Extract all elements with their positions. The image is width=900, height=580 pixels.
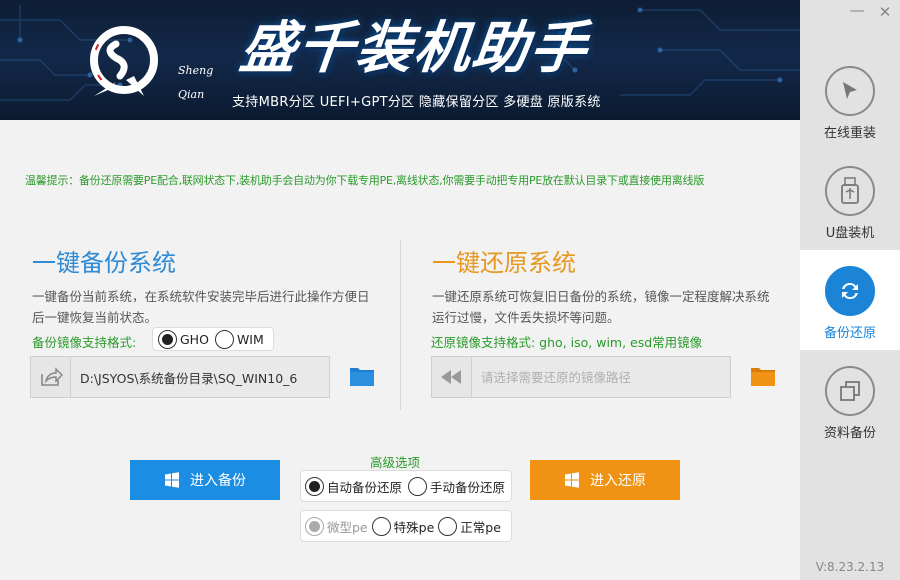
share-icon bbox=[31, 357, 71, 397]
sidebar-item-data-backup[interactable]: 资料备份 bbox=[800, 350, 900, 450]
windows-icon bbox=[565, 472, 579, 488]
radio-micro-pe[interactable] bbox=[305, 516, 324, 536]
minimize-button[interactable]: — bbox=[848, 2, 866, 18]
sidebar-item-backup-restore[interactable]: 备份还原 bbox=[800, 250, 900, 350]
cursor-icon bbox=[825, 66, 875, 116]
radio-normal-pe[interactable] bbox=[438, 516, 458, 536]
sidebar-item-label: 备份还原 bbox=[823, 326, 876, 341]
backup-title: 一键备份系统 bbox=[32, 249, 176, 277]
sidebar-item-label: 在线重装 bbox=[823, 126, 876, 141]
windows-icon bbox=[165, 472, 179, 488]
sidebar-item-usb-install[interactable]: U盘装机 bbox=[800, 150, 900, 250]
restore-path-box bbox=[431, 356, 731, 398]
backup-mode-group: 自动备份还原 手动备份还原 bbox=[300, 470, 512, 502]
restore-title: 一键还原系统 bbox=[432, 249, 576, 277]
enter-backup-button[interactable]: 进入备份 bbox=[130, 460, 280, 500]
radio-manual-mode-label: 手动备份还原 bbox=[429, 479, 505, 495]
logo-icon bbox=[90, 26, 158, 96]
app-subtitle: 支持MBR分区 UEFI+GPT分区 隐藏保留分区 多硬盘 原版系统 bbox=[232, 95, 601, 110]
radio-gho[interactable] bbox=[158, 329, 177, 349]
restore-folder-icon[interactable] bbox=[750, 365, 776, 387]
back-arrow-icon bbox=[432, 357, 472, 397]
pe-type-group: 微型pe 特殊pe 正常pe bbox=[300, 510, 512, 542]
radio-auto-mode-label: 自动备份还原 bbox=[326, 479, 402, 495]
usb-icon bbox=[825, 166, 875, 216]
radio-micro-pe-label: 微型pe bbox=[327, 519, 368, 535]
enter-backup-label: 进入备份 bbox=[190, 473, 246, 489]
radio-auto-mode[interactable] bbox=[304, 476, 324, 496]
section-divider bbox=[400, 240, 401, 410]
sidebar-item-label: U盘装机 bbox=[825, 226, 875, 241]
tip-text: 温馨提示：备份还原需要PE配合,联网状态下,装机助手会自动为你下载专用PE,离线… bbox=[25, 174, 705, 187]
backup-folder-icon[interactable] bbox=[349, 365, 375, 387]
advanced-options-label: 高级选项 bbox=[370, 455, 421, 470]
sidebar-item-label: 资料备份 bbox=[823, 426, 876, 441]
sidebar-item-online-reinstall[interactable]: 在线重装 bbox=[800, 50, 900, 150]
close-button[interactable]: ✕ bbox=[876, 4, 894, 20]
radio-normal-pe-label: 正常pe bbox=[460, 519, 501, 535]
enter-restore-button[interactable]: 进入还原 bbox=[530, 460, 680, 500]
radio-special-pe[interactable] bbox=[371, 516, 391, 536]
backup-path-input[interactable] bbox=[71, 358, 327, 396]
radio-gho-label: GHO bbox=[180, 331, 209, 347]
backup-path-box bbox=[30, 356, 330, 398]
sidebar: — ✕ 在线重装 U盘装机 备份还原 资料备份 V:8.23.2.13 bbox=[800, 0, 900, 580]
logo-text-bottom: Qian bbox=[178, 88, 205, 101]
header-banner: Sheng Qian 盛千装机助手 支持MBR分区 UEFI+GPT分区 隐藏保… bbox=[0, 0, 800, 120]
app-title: 盛千装机助手 bbox=[236, 16, 592, 81]
enter-restore-label: 进入还原 bbox=[590, 473, 646, 489]
radio-wim[interactable] bbox=[214, 329, 234, 349]
radio-special-pe-label: 特殊pe bbox=[393, 519, 435, 535]
copy-icon bbox=[825, 366, 875, 416]
version-label: V:8.23.2.13 bbox=[815, 560, 885, 574]
radio-wim-label: WIM bbox=[236, 331, 264, 347]
backup-format-group: GHO WIM bbox=[152, 327, 274, 351]
restore-path-input[interactable] bbox=[472, 358, 728, 396]
radio-manual-mode[interactable] bbox=[407, 476, 427, 496]
restore-format-label: 还原镜像支持格式: gho, iso, wim, esd常用镜像 bbox=[431, 335, 703, 350]
backup-description: 一键备份当前系统，在系统软件安装完毕后进行此操作方便日后一键恢复当前状态。 bbox=[32, 289, 370, 325]
sync-icon bbox=[825, 266, 875, 316]
backup-format-label: 备份镜像支持格式: bbox=[32, 335, 137, 350]
restore-description: 一键还原系统可恢复旧日备份的系统，镜像一定程度解决系统运行过慢，文件丢失损坏等问… bbox=[432, 289, 770, 325]
logo-text-top: Sheng bbox=[178, 64, 214, 77]
